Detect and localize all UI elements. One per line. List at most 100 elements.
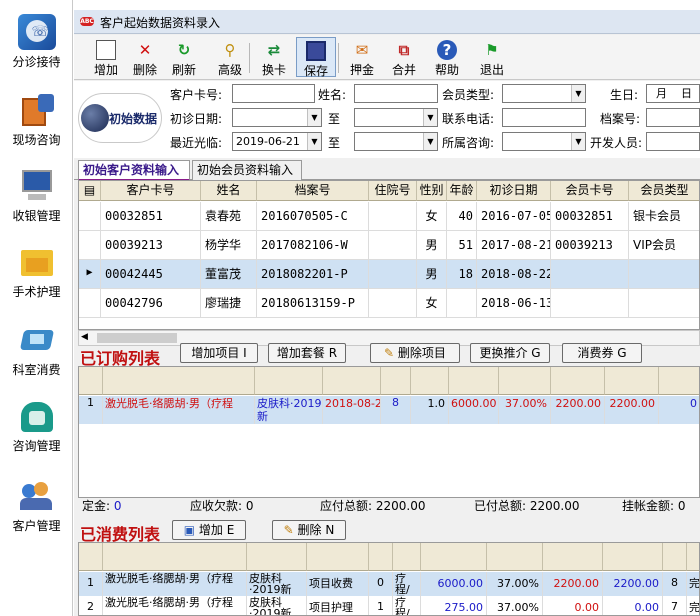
phone-input[interactable] — [502, 108, 586, 127]
table-cell[interactable]: 37.00% — [487, 572, 543, 596]
table-cell[interactable]: 皮肤科·2019新 — [247, 572, 307, 596]
column-header[interactable] — [103, 367, 255, 395]
consultant-select[interactable]: ▼ — [502, 132, 586, 151]
merge-button[interactable]: ⧉ 合并 — [384, 37, 424, 77]
table-cell[interactable]: 2200.00 — [543, 572, 603, 596]
save-button[interactable]: 保存 — [296, 37, 336, 78]
table-cell[interactable]: 00039213 — [101, 231, 201, 260]
column-header[interactable]: 档案号 — [257, 181, 369, 201]
table-cell[interactable]: 疗程/元 — [393, 596, 421, 615]
table-cell[interactable]: 女 — [417, 289, 447, 318]
table-cell[interactable]: 275.00 — [421, 596, 487, 615]
change-referrer-button[interactable]: 更换推介 G — [470, 343, 550, 363]
column-header[interactable] — [393, 543, 421, 571]
card-no-input[interactable] — [232, 84, 315, 103]
table-cell[interactable] — [551, 260, 629, 289]
table-cell[interactable]: 激光脱毛·络腮胡·男（疗程 — [103, 596, 247, 615]
tab-initial-customer[interactable]: 初始客户资料输入 — [78, 160, 190, 181]
table-cell[interactable]: 男 — [417, 231, 447, 260]
add-button[interactable]: 增加 — [86, 37, 126, 77]
column-header[interactable]: 住院号 — [369, 181, 417, 201]
column-header[interactable] — [551, 367, 605, 395]
table-cell[interactable]: 项目收费 — [307, 572, 369, 596]
advanced-button[interactable]: ⚲ 高级 — [210, 37, 250, 77]
table-cell[interactable] — [629, 289, 699, 318]
column-header[interactable]: 年龄 — [447, 181, 477, 201]
table-cell[interactable]: 1 — [79, 572, 103, 596]
column-header[interactable] — [499, 367, 551, 395]
row-indicator[interactable] — [79, 202, 101, 231]
table-cell[interactable]: 51 — [447, 231, 477, 260]
scroll-thumb[interactable] — [97, 333, 177, 343]
table-cell[interactable]: 皮肤科·2019新 — [247, 596, 307, 615]
table-cell[interactable]: 2017082106-W — [257, 231, 369, 260]
column-header[interactable]: 姓名 — [201, 181, 257, 201]
table-cell[interactable]: 2016-07-05 — [477, 202, 551, 231]
column-header[interactable] — [307, 543, 369, 571]
developer-input[interactable] — [646, 132, 700, 151]
table-cell[interactable]: 00032851 — [101, 202, 201, 231]
table-cell[interactable] — [369, 260, 417, 289]
table-cell[interactable]: 疗程/元 — [393, 572, 421, 596]
table-cell[interactable]: 2200.00 — [605, 396, 659, 424]
table-cell[interactable]: 1 — [79, 396, 103, 424]
column-header[interactable] — [605, 367, 659, 395]
table-cell[interactable] — [629, 260, 699, 289]
table-cell[interactable]: 37.00% — [487, 596, 543, 615]
change-card-button[interactable]: ⇄ 换卡 — [254, 37, 294, 77]
column-header[interactable] — [487, 543, 543, 571]
table-cell[interactable]: 00042796 — [101, 289, 201, 318]
table-cell[interactable] — [369, 289, 417, 318]
table-cell[interactable]: 00042445 — [101, 260, 201, 289]
column-header[interactable] — [603, 543, 663, 571]
table-cell[interactable]: 2200.00 — [551, 396, 605, 424]
table-cell[interactable]: 2018082201-P — [257, 260, 369, 289]
member-type-select[interactable]: ▼ — [502, 84, 586, 103]
table-cell[interactable]: VIP会员 — [629, 231, 699, 260]
column-header[interactable] — [103, 543, 247, 571]
sidebar-item-consult[interactable]: 现场咨询 — [0, 92, 73, 148]
column-header[interactable] — [687, 543, 699, 571]
column-header[interactable] — [663, 543, 687, 571]
tab-initial-member[interactable]: 初始会员资料输入 — [192, 160, 302, 180]
table-cell[interactable]: 00032851 — [551, 202, 629, 231]
deposit-button[interactable]: ✉ 押金 — [342, 37, 382, 77]
row-indicator[interactable] — [79, 231, 101, 260]
scroll-left-icon[interactable]: ◀ — [81, 332, 88, 342]
table-cell[interactable]: 完 — [687, 596, 699, 615]
table-cell[interactable]: 2017-08-21 — [477, 231, 551, 260]
table-cell[interactable]: 廖瑞捷 — [201, 289, 257, 318]
table-cell[interactable]: 0 — [369, 572, 393, 596]
column-header[interactable]: 会员卡号 — [551, 181, 629, 201]
first-visit-from-select[interactable]: ▼ — [232, 108, 322, 127]
delete-button[interactable]: ✕ 删除 — [125, 37, 165, 77]
table-cell[interactable] — [369, 202, 417, 231]
table-cell[interactable]: 袁春苑 — [201, 202, 257, 231]
table-cell[interactable]: 激光脱毛·络腮胡·男（疗程 — [103, 572, 247, 596]
exit-button[interactable]: ⚑ 退出 — [472, 37, 512, 77]
table-cell[interactable]: 00039213 — [551, 231, 629, 260]
table-cell[interactable] — [447, 289, 477, 318]
sidebar-item-department[interactable]: 科室消费 — [0, 322, 73, 378]
refresh-button[interactable]: ↻ 刷新 — [164, 37, 204, 77]
table-cell[interactable]: 女 — [417, 202, 447, 231]
last-visit-from-select[interactable]: 2019-06-21 ▼ — [232, 132, 322, 151]
table-cell[interactable]: 2016070505-C — [257, 202, 369, 231]
column-header[interactable] — [543, 543, 603, 571]
sidebar-item-consult-mgmt[interactable]: 咨询管理 — [0, 398, 73, 454]
row-indicator[interactable]: ▶ — [79, 260, 101, 289]
table-cell[interactable]: 1.0 — [411, 396, 449, 424]
add-consumption-button[interactable]: ▣ 增加 E — [172, 520, 246, 540]
table-cell[interactable]: 激光脱毛·络腮胡·男（疗程 — [103, 396, 255, 424]
table-cell[interactable]: 银卡会员 — [629, 202, 699, 231]
table-cell[interactable]: 6000.00 — [421, 572, 487, 596]
table-cell[interactable]: 0.00 — [603, 596, 663, 615]
birthday-input[interactable]: 月日 — [646, 84, 700, 103]
name-input[interactable] — [354, 84, 438, 103]
table-cell[interactable]: 20180613159-P — [257, 289, 369, 318]
table-cell[interactable]: 40 — [447, 202, 477, 231]
sidebar-item-triage[interactable]: ☏ 分诊接待 — [0, 14, 73, 70]
first-visit-to-select[interactable]: ▼ — [354, 108, 438, 127]
table-cell[interactable]: 项目护理 — [307, 596, 369, 615]
table-cell[interactable]: 2018-06-13 — [477, 289, 551, 318]
